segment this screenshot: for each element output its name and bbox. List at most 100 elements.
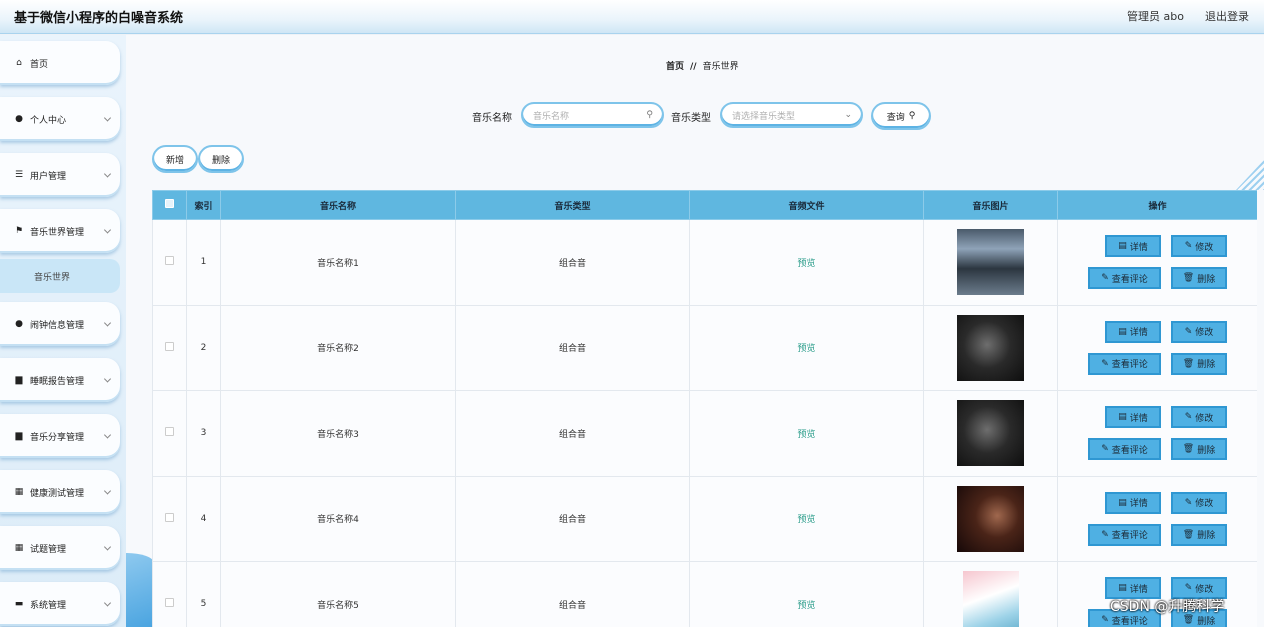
table-row: 2 音乐名称2 组合音 预览 ▤ 详情 ✎ 修改 ✎ 查看评论 🗑 删除 bbox=[152, 304, 1257, 391]
delete-button-label: 删除 bbox=[1197, 274, 1216, 285]
music-thumbnail[interactable] bbox=[962, 571, 1019, 627]
list-icon: ☰ bbox=[14, 170, 24, 180]
row-music-name: 音乐名称3 bbox=[220, 390, 456, 477]
row-checkbox[interactable] bbox=[165, 256, 174, 266]
sidebar-item-label: 用户管理 bbox=[30, 171, 67, 182]
row-index: 4 bbox=[186, 475, 221, 562]
music-thumbnail[interactable] bbox=[957, 314, 1024, 381]
edit-button-label: 修改 bbox=[1195, 499, 1214, 510]
row-music-name: 音乐名称1 bbox=[220, 219, 456, 306]
row-music-name: 音乐名称4 bbox=[220, 475, 456, 562]
pencil-icon: ✎ bbox=[1101, 358, 1109, 369]
sidebar-item-personal-center[interactable]: ● 个人中心 bbox=[0, 97, 120, 141]
logout-link[interactable]: 退出登录 bbox=[1205, 8, 1249, 24]
sidebar-item-alarm-management[interactable]: ● 闹钟信息管理 bbox=[0, 302, 120, 346]
sidebar-item-music-share-management[interactable]: ▆ 音乐分享管理 bbox=[0, 414, 120, 458]
music-type-placeholder: 请选择音乐类型 bbox=[732, 111, 796, 122]
column-header-index: 索引 bbox=[186, 190, 221, 220]
sidebar-item-music-world-management[interactable]: ⚑ 音乐世界管理 bbox=[0, 209, 120, 253]
preview-link[interactable]: 预览 bbox=[797, 344, 815, 354]
music-type-select[interactable]: 请选择音乐类型 ⌄ bbox=[720, 102, 863, 128]
chevron-down-icon: ⌄ bbox=[844, 110, 852, 120]
breadcrumb-home[interactable]: 首页 bbox=[666, 62, 684, 72]
query-button[interactable]: 查询 ⚲ bbox=[871, 102, 931, 130]
query-button-label: 查询 bbox=[886, 112, 905, 123]
music-thumbnail[interactable] bbox=[957, 485, 1024, 552]
sidebar-item-health-test-management[interactable]: ▦ 健康测试管理 bbox=[0, 470, 120, 514]
row-index: 1 bbox=[186, 219, 221, 306]
sidebar-item-sleep-report-management[interactable]: ▆ 睡眠报告管理 bbox=[0, 358, 120, 402]
edit-button[interactable]: ✎ 修改 bbox=[1171, 491, 1227, 514]
music-name-placeholder: 音乐名称 bbox=[533, 111, 570, 122]
edit-button[interactable]: ✎ 修改 bbox=[1171, 235, 1227, 258]
detail-button[interactable]: ▤ 详情 bbox=[1105, 235, 1161, 258]
sidebar-item-label: 首页 bbox=[30, 59, 49, 70]
watermark: CSDN @升腾科学 bbox=[1110, 599, 1225, 615]
row-actions: ▤ 详情 ✎ 修改 ✎ 查看评论 🗑 删除 bbox=[1058, 320, 1257, 375]
delete-button[interactable]: 🗑 删除 bbox=[1171, 352, 1227, 375]
row-index: 5 bbox=[186, 561, 221, 627]
sidebar-item-system-management[interactable]: ▬ 系统管理 bbox=[0, 582, 120, 626]
row-checkbox[interactable] bbox=[165, 341, 174, 351]
add-button[interactable]: 新增 bbox=[152, 145, 198, 173]
admin-label: 管理员 abo bbox=[1127, 10, 1184, 23]
preview-link[interactable]: 预览 bbox=[797, 259, 815, 269]
detail-button-label: 详情 bbox=[1129, 584, 1148, 595]
view-comments-button[interactable]: ✎ 查看评论 bbox=[1088, 523, 1161, 546]
sidebar-subitem-music-world[interactable]: 音乐世界 bbox=[0, 259, 120, 293]
document-icon: ▤ bbox=[1118, 412, 1127, 423]
row-checkbox[interactable] bbox=[165, 512, 174, 522]
detail-button-label: 详情 bbox=[1129, 499, 1148, 510]
sidebar-item-label: 闹钟信息管理 bbox=[30, 320, 85, 331]
table-row: 1 音乐名称1 组合音 预览 ▤ 详情 ✎ 修改 ✎ 查看评论 🗑 删除 bbox=[152, 219, 1257, 306]
detail-button[interactable]: ▤ 详情 bbox=[1105, 406, 1161, 429]
delete-button[interactable]: 🗑 删除 bbox=[1171, 438, 1227, 461]
preview-link[interactable]: 预览 bbox=[797, 515, 815, 525]
row-music-type: 组合音 bbox=[455, 475, 690, 562]
trash-icon: 🗑 bbox=[1182, 529, 1195, 540]
view-comments-button[interactable]: ✎ 查看评论 bbox=[1088, 438, 1161, 461]
sidebar-item-user-management[interactable]: ☰ 用户管理 bbox=[0, 153, 120, 197]
row-checkbox[interactable] bbox=[165, 598, 174, 608]
music-thumbnail[interactable] bbox=[957, 229, 1024, 296]
edit-button[interactable]: ✎ 修改 bbox=[1171, 320, 1227, 343]
breadcrumb-separator: // bbox=[690, 62, 697, 72]
sidebar-item-label: 睡眠报告管理 bbox=[30, 376, 85, 387]
delete-button[interactable]: 🗑 删除 bbox=[1171, 523, 1227, 546]
preview-link[interactable]: 预览 bbox=[797, 601, 815, 611]
preview-link[interactable]: 预览 bbox=[797, 430, 815, 440]
flag-icon: ⚑ bbox=[14, 226, 24, 236]
table-row: 4 音乐名称4 组合音 预览 ▤ 详情 ✎ 修改 ✎ 查看评论 🗑 删除 bbox=[152, 475, 1257, 562]
select-all-cell[interactable] bbox=[152, 190, 187, 220]
batch-delete-button[interactable]: 删除 bbox=[198, 145, 244, 173]
sidebar-item-home[interactable]: ⌂ 首页 bbox=[0, 41, 120, 85]
row-checkbox[interactable] bbox=[165, 427, 174, 437]
view-comments-button[interactable]: ✎ 查看评论 bbox=[1088, 267, 1161, 290]
delete-button-label: 删除 bbox=[1197, 531, 1216, 542]
music-thumbnail[interactable] bbox=[957, 400, 1024, 467]
document-icon: ▤ bbox=[1118, 497, 1127, 508]
grid-icon: ▦ bbox=[14, 487, 24, 497]
sidebar: ⌂ 首页 ● 个人中心 ☰ 用户管理 ⚑ 音乐世界管理 音乐世界 ● 闹钟信息管… bbox=[0, 35, 126, 627]
home-icon: ⌂ bbox=[16, 58, 22, 68]
trash-icon: 🗑 bbox=[1182, 358, 1195, 369]
search-icon: ⚲ bbox=[646, 110, 653, 120]
edit-button[interactable]: ✎ 修改 bbox=[1171, 406, 1227, 429]
delete-button-label: 删除 bbox=[1197, 360, 1216, 371]
delete-button[interactable]: 🗑 删除 bbox=[1171, 267, 1227, 290]
sidebar-item-label: 音乐分享管理 bbox=[30, 432, 85, 443]
top-bar: 基于微信小程序的白噪音系统 管理员 abo 退出登录 bbox=[0, 0, 1264, 34]
detail-button[interactable]: ▤ 详情 bbox=[1105, 320, 1161, 343]
chevron-down-icon bbox=[103, 487, 112, 495]
user-icon: ● bbox=[15, 114, 23, 124]
music-name-input[interactable]: 音乐名称 ⚲ bbox=[521, 102, 664, 128]
select-all-checkbox[interactable] bbox=[165, 199, 174, 208]
chevron-down-icon bbox=[103, 431, 112, 439]
row-music-type: 组合音 bbox=[455, 390, 690, 477]
trash-icon: 🗑 bbox=[1182, 273, 1195, 284]
sidebar-item-question-management[interactable]: ▦ 试题管理 bbox=[0, 526, 120, 570]
row-actions: ▤ 详情 ✎ 修改 ✎ 查看评论 🗑 删除 bbox=[1058, 235, 1257, 290]
view-comments-button[interactable]: ✎ 查看评论 bbox=[1088, 352, 1161, 375]
detail-button[interactable]: ▤ 详情 bbox=[1105, 491, 1161, 514]
user-icon: ● bbox=[15, 319, 23, 329]
